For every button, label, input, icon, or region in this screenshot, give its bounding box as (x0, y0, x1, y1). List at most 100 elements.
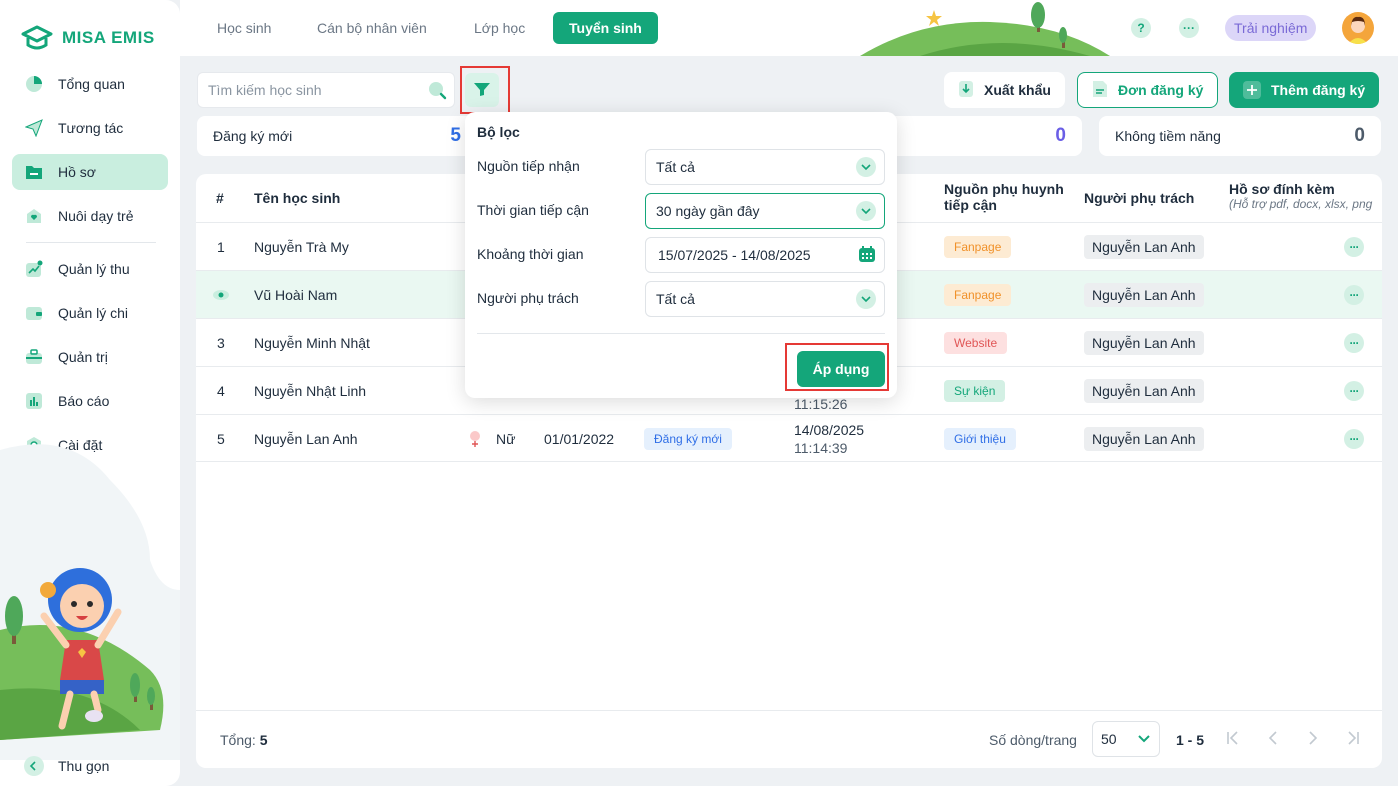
col-header-owner[interactable]: Người phụ trách (1084, 190, 1194, 206)
filter-divider (477, 333, 885, 334)
filter-source-value: Tất cả (656, 159, 695, 175)
sidebar-item-interaction[interactable]: Tương tác (12, 110, 168, 146)
collapse-button[interactable]: Thu gọn (24, 756, 109, 776)
table-row[interactable]: 5 Nguyễn Lan Anh Nữ 01/01/2022 Đăng ký m… (196, 414, 1382, 462)
source-tag: Website (944, 332, 1008, 354)
tab-classes[interactable]: Lớp học (458, 12, 541, 44)
apply-button[interactable]: Áp dụng (797, 351, 885, 387)
row-more-icon[interactable]: ··· (1344, 237, 1364, 257)
page-range: 1 - 5 (1176, 732, 1205, 748)
misa-logo-icon (21, 25, 53, 50)
chevron-down-icon (856, 201, 876, 221)
row-more-icon[interactable]: ··· (1344, 429, 1364, 449)
filter-approach-time-select[interactable]: 30 ngày gần đây (645, 193, 885, 229)
prev-page-icon[interactable] (1267, 730, 1279, 751)
eye-icon[interactable] (212, 271, 230, 319)
student-name[interactable]: Nguyễn Lan Anh (254, 415, 358, 463)
filter-button[interactable] (465, 73, 499, 107)
stat-label: Đăng ký mới (213, 128, 293, 144)
col-header-index: # (216, 190, 224, 206)
heart-icon (24, 206, 44, 226)
tab-enrollment[interactable]: Tuyển sinh (553, 12, 658, 44)
col-header-attachments: Hồ sơ đính kèm (Hỗ trợ pdf, docx, xlsx, … (1229, 181, 1372, 211)
first-page-icon[interactable] (1226, 730, 1240, 751)
student-name[interactable]: Vũ Hoài Nam (254, 271, 337, 319)
avatar[interactable] (1342, 12, 1374, 44)
sidebar-item-report[interactable]: Báo cáo (12, 383, 168, 419)
row-more-icon[interactable]: ··· (1344, 333, 1364, 353)
filter-owner-select[interactable]: Tất cả (645, 281, 885, 317)
filter-icon (473, 80, 491, 101)
filter-date-range-input[interactable]: 15/07/2025 - 14/08/2025 (645, 237, 885, 273)
calendar-icon[interactable] (858, 245, 876, 266)
row-more-icon[interactable]: ··· (1344, 285, 1364, 305)
total-value: 5 (259, 732, 268, 748)
owner-badge: Nguyễn Lan Anh (1084, 379, 1204, 403)
filter-label-source: Nguồn tiếp nhận (477, 158, 580, 174)
rows-per-page-select[interactable]: 50 (1092, 721, 1160, 757)
source-tag: Sự kiện (944, 380, 1006, 402)
student-name[interactable]: Nguyễn Nhật Linh (254, 367, 366, 415)
tab-staff[interactable]: Cán bộ nhân viên (301, 12, 443, 44)
stat-card-hidden[interactable]: 0 (880, 116, 1082, 156)
next-page-icon[interactable] (1307, 730, 1319, 751)
search-icon[interactable] (427, 80, 447, 103)
source-tag: Fanpage (944, 236, 1012, 258)
owner-badge: Nguyễn Lan Anh (1084, 331, 1204, 355)
sidebar-item-admin[interactable]: Quản trị (12, 339, 168, 375)
filter-source-select[interactable]: Tất cả (645, 149, 885, 185)
search-input[interactable] (197, 72, 455, 108)
sidebar-item-overview[interactable]: Tổng quan (12, 66, 168, 102)
sidebar-divider (26, 242, 156, 243)
help-button[interactable]: ? (1131, 18, 1151, 38)
trial-badge[interactable]: Trải nghiệm (1225, 15, 1317, 41)
total-count: Tổng: 5 (220, 732, 268, 748)
filter-title: Bộ lọc (477, 124, 520, 140)
pie-chart-icon (24, 74, 44, 94)
apps-more-button[interactable]: ··· (1179, 18, 1199, 38)
stat-card-not-potential[interactable]: Không tiềm năng 0 (1099, 116, 1381, 156)
folder-icon (24, 162, 44, 182)
stat-value: 0 (1055, 125, 1066, 146)
filter-owner-value: Tất cả (656, 291, 695, 307)
sidebar-item-label: Tổng quan (58, 76, 125, 92)
sidebar-item-expense[interactable]: Quản lý chi (12, 295, 168, 331)
chevron-down-icon (856, 289, 876, 309)
stat-value: 5 (450, 125, 461, 146)
col-header-name[interactable]: Tên học sinh (254, 190, 340, 206)
owner-badge: Nguyễn Lan Anh (1084, 283, 1204, 307)
approach-time: 11:14:39 (794, 440, 848, 456)
student-name[interactable]: Nguyễn Minh Nhật (254, 319, 370, 367)
col-header-source-line1: Nguồn phụ huynh (944, 181, 1064, 197)
kid-illustration (0, 444, 180, 760)
student-name[interactable]: Nguyễn Trà My (254, 223, 349, 271)
add-registration-label: Thêm đăng ký (1271, 82, 1366, 98)
add-registration-button[interactable]: Thêm đăng ký (1229, 72, 1380, 108)
col-header-source[interactable]: Nguồn phụ huynh tiếp cận (944, 181, 1064, 213)
row-index: 3 (217, 335, 225, 351)
brand-logo[interactable]: MISA EMIS (20, 24, 155, 52)
approach-datetime: 14/08/2025 11:14:39 (794, 421, 864, 457)
row-more-icon[interactable]: ··· (1344, 381, 1364, 401)
sidebar-item-profile[interactable]: Hồ sơ (12, 154, 168, 190)
export-button[interactable]: Xuất khẩu (944, 72, 1065, 108)
sidebar-item-revenue[interactable]: Quản lý thu (12, 251, 168, 287)
registration-form-button[interactable]: Đơn đăng ký (1077, 72, 1219, 108)
tab-students[interactable]: Học sinh (201, 12, 287, 44)
chevron-left-icon (24, 756, 44, 776)
filter-approach-time-value: 30 ngày gần đây (656, 203, 760, 219)
col-header-source-line2: tiếp cận (944, 197, 997, 213)
sidebar-item-label: Quản lý chi (58, 305, 129, 321)
last-page-icon[interactable] (1346, 730, 1360, 751)
sidebar-item-label: Nuôi dạy trẻ (58, 208, 134, 224)
total-label: Tổng: (220, 732, 256, 748)
briefcase-icon (24, 347, 44, 367)
stat-card-new[interactable]: Đăng ký mới 5 (197, 116, 477, 156)
chart-up-icon (24, 259, 44, 279)
filter-label-owner: Người phụ trách (477, 290, 579, 306)
sidebar-item-parenting[interactable]: Nuôi dạy trẻ (12, 198, 168, 234)
filter-popup: Bộ lọc Nguồn tiếp nhận Tất cả Thời gian … (465, 112, 897, 398)
sidebar-item-label: Báo cáo (58, 393, 110, 409)
plus-icon (1243, 81, 1261, 99)
filter-date-range-value: 15/07/2025 - 14/08/2025 (658, 247, 811, 263)
